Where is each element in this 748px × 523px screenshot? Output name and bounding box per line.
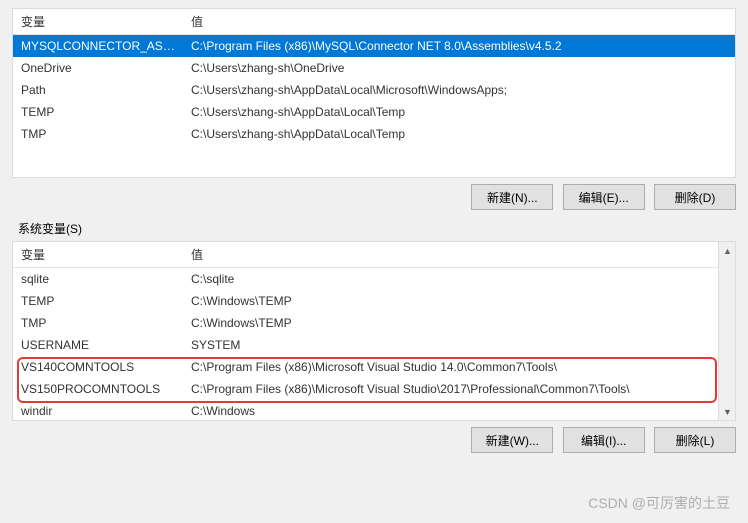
var-cell: TEMP	[13, 101, 183, 123]
col-header-variable[interactable]: 变量	[13, 9, 183, 35]
val-cell: C:\Users\zhang-sh\OneDrive	[183, 57, 735, 79]
val-cell: C:\Windows\TEMP	[183, 312, 718, 334]
table-row[interactable]: OneDriveC:\Users\zhang-sh\OneDrive	[13, 57, 735, 79]
user-variables-panel: 变量 值 MYSQLCONNECTOR_ASS...C:\Program Fil…	[12, 8, 736, 178]
system-variables-table[interactable]: 变量 值 sqliteC:\sqliteTEMPC:\Windows\TEMPT…	[13, 242, 718, 420]
col-header-value[interactable]: 值	[183, 242, 718, 268]
val-cell: C:\Users\zhang-sh\AppData\Local\Temp	[183, 123, 735, 145]
col-header-variable[interactable]: 变量	[13, 242, 183, 268]
var-cell: TMP	[13, 123, 183, 145]
table-row[interactable]: TEMPC:\Users\zhang-sh\AppData\Local\Temp	[13, 101, 735, 123]
val-cell: C:\Program Files (x86)\Microsoft Visual …	[183, 378, 718, 400]
val-cell: C:\Program Files (x86)\MySQL\Connector N…	[183, 35, 735, 58]
val-cell: C:\Users\zhang-sh\AppData\Local\Temp	[183, 101, 735, 123]
table-row[interactable]: VS150PROCOMNTOOLSC:\Program Files (x86)\…	[13, 378, 718, 400]
var-cell: TMP	[13, 312, 183, 334]
var-cell: windir	[13, 400, 183, 420]
table-row[interactable]: TMPC:\Windows\TEMP	[13, 312, 718, 334]
var-cell: sqlite	[13, 268, 183, 291]
var-cell: MYSQLCONNECTOR_ASS...	[13, 35, 183, 58]
var-cell: TEMP	[13, 290, 183, 312]
delete-button[interactable]: 删除(D)	[654, 184, 736, 210]
val-cell: C:\sqlite	[183, 268, 718, 291]
scroll-down-icon[interactable]: ▼	[719, 403, 736, 420]
col-header-value[interactable]: 值	[183, 9, 735, 35]
scroll-up-icon[interactable]: ▲	[719, 242, 736, 259]
var-cell: VS150PROCOMNTOOLS	[13, 378, 183, 400]
watermark: CSDN @可厉害的土豆	[588, 493, 730, 513]
table-row[interactable]: TMPC:\Users\zhang-sh\AppData\Local\Temp	[13, 123, 735, 145]
system-variables-buttons: 新建(W)... 编辑(I)... 删除(L)	[12, 427, 736, 453]
val-cell: C:\Windows	[183, 400, 718, 420]
val-cell: SYSTEM	[183, 334, 718, 356]
new-button[interactable]: 新建(N)...	[471, 184, 553, 210]
table-row[interactable]: USERNAMESYSTEM	[13, 334, 718, 356]
new-button[interactable]: 新建(W)...	[471, 427, 553, 453]
delete-button[interactable]: 删除(L)	[654, 427, 736, 453]
system-variables-label: 系统变量(S)	[18, 220, 748, 237]
table-row[interactable]: PathC:\Users\zhang-sh\AppData\Local\Micr…	[13, 79, 735, 101]
edit-button[interactable]: 编辑(E)...	[563, 184, 645, 210]
var-cell: OneDrive	[13, 57, 183, 79]
table-row[interactable]: sqliteC:\sqlite	[13, 268, 718, 291]
table-row[interactable]: MYSQLCONNECTOR_ASS...C:\Program Files (x…	[13, 35, 735, 58]
var-cell: VS140COMNTOOLS	[13, 356, 183, 378]
val-cell: C:\Windows\TEMP	[183, 290, 718, 312]
table-row[interactable]: VS140COMNTOOLSC:\Program Files (x86)\Mic…	[13, 356, 718, 378]
edit-button[interactable]: 编辑(I)...	[563, 427, 645, 453]
val-cell: C:\Users\zhang-sh\AppData\Local\Microsof…	[183, 79, 735, 101]
system-variables-panel: 变量 值 sqliteC:\sqliteTEMPC:\Windows\TEMPT…	[12, 241, 736, 421]
var-cell: Path	[13, 79, 183, 101]
table-row[interactable]: TEMPC:\Windows\TEMP	[13, 290, 718, 312]
val-cell: C:\Program Files (x86)\Microsoft Visual …	[183, 356, 718, 378]
scrollbar[interactable]: ▲ ▼	[718, 242, 735, 420]
var-cell: USERNAME	[13, 334, 183, 356]
user-variables-buttons: 新建(N)... 编辑(E)... 删除(D)	[12, 184, 736, 210]
table-row[interactable]: windirC:\Windows	[13, 400, 718, 420]
user-variables-table[interactable]: 变量 值 MYSQLCONNECTOR_ASS...C:\Program Fil…	[13, 9, 735, 145]
